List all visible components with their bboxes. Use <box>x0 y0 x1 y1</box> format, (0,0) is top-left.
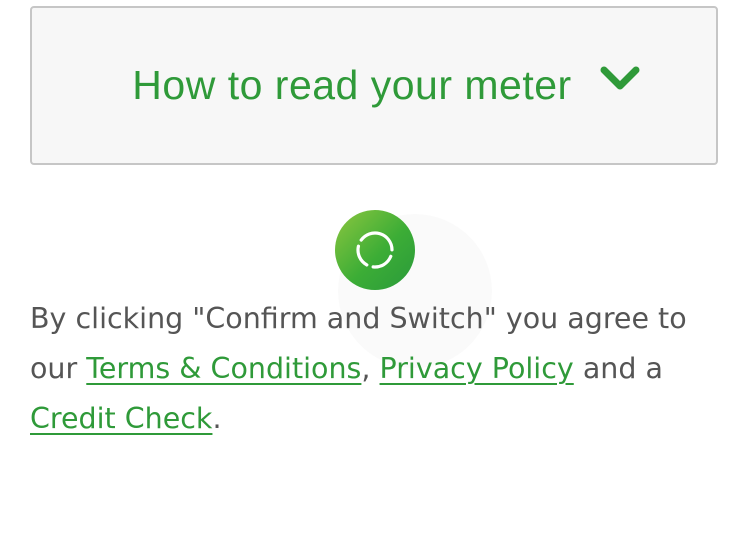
consent-text-after: . <box>212 402 222 435</box>
meter-reading-accordion[interactable]: How to read your meter <box>30 6 718 165</box>
consent-separator: , <box>361 352 371 385</box>
consent-text-middle: and a <box>573 352 663 385</box>
consent-notice: By clicking "Confirm and Switch" you agr… <box>30 294 730 444</box>
accordion-title: How to read your meter <box>132 62 572 108</box>
privacy-policy-link[interactable]: Privacy Policy <box>380 352 574 385</box>
loading-spinner-icon <box>335 210 415 290</box>
terms-conditions-link[interactable]: Terms & Conditions <box>86 352 361 385</box>
chevron-down-icon <box>600 64 640 94</box>
credit-check-link[interactable]: Credit Check <box>30 402 212 435</box>
